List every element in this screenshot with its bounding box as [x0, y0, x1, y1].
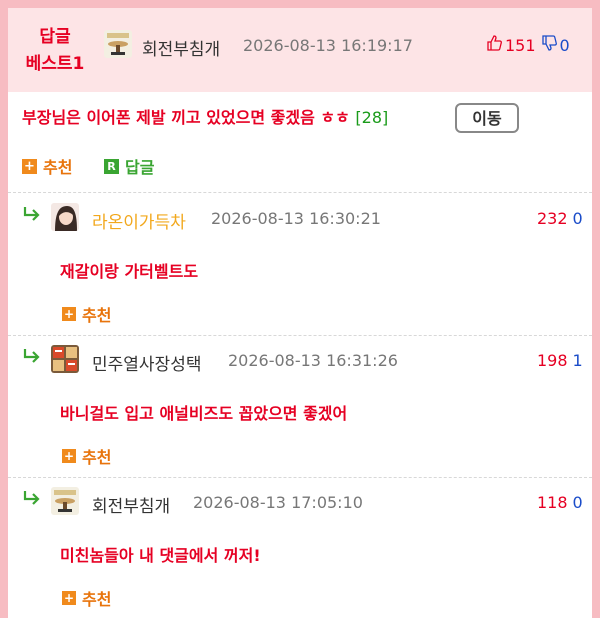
comment-text: 바니걸도 입고 애널비즈도 꼽았으면 좋겠어: [60, 404, 348, 423]
post-author-name[interactable]: 회전부침개: [142, 35, 220, 60]
thumbs-up-icon[interactable]: [486, 35, 502, 55]
post-comment-count: [28]: [355, 108, 389, 127]
reply-arrow-icon: [22, 489, 42, 512]
divider: [8, 192, 592, 193]
comment-author-name[interactable]: 민주열사장성택: [92, 350, 201, 375]
comment-avatar[interactable]: [51, 203, 79, 231]
comment-recommend-button[interactable]: + 추천: [62, 302, 111, 326]
recommend-label: 추천: [82, 448, 112, 467]
recommend-label: 추천: [43, 158, 73, 177]
comment-date: 2026-08-13 16:30:21: [211, 209, 381, 228]
plus-icon: +: [62, 591, 76, 605]
plus-icon: +: [22, 158, 37, 174]
comment-author-name[interactable]: 회전부침개: [92, 492, 170, 517]
recommend-label: 추천: [82, 306, 112, 325]
post-title-text: 부장님은 이어폰 제발 끼고 있었으면 좋겠음 ㅎㅎ: [22, 108, 350, 127]
badge-line1: 답글: [39, 27, 71, 47]
comment-recommend-button[interactable]: + 추천: [62, 444, 111, 468]
best-reply-badge: 답글 베스트1: [20, 24, 90, 78]
post-down-count: 0: [559, 35, 570, 55]
recommend-button[interactable]: + 추천: [22, 154, 72, 178]
comment-votes: 198 1: [537, 351, 583, 370]
badge-line2: 베스트1: [25, 54, 85, 74]
comment-down-count[interactable]: 1: [573, 351, 583, 370]
comment-votes: 232 0: [537, 209, 583, 228]
divider: [8, 335, 592, 336]
post-author-avatar[interactable]: [104, 30, 132, 58]
comment-date: 2026-08-13 16:31:26: [228, 351, 398, 370]
post-votes: 151 0: [486, 35, 570, 55]
move-button[interactable]: 이동: [455, 103, 519, 133]
comment-up-count[interactable]: 118: [537, 493, 568, 512]
reply-arrow-icon: [22, 347, 42, 370]
reply-icon: R: [104, 158, 119, 174]
thumbs-down-icon[interactable]: [541, 35, 557, 55]
comment-avatar[interactable]: [51, 345, 79, 373]
plus-icon: +: [62, 307, 76, 321]
reply-label: 답글: [125, 158, 155, 177]
comment-date: 2026-08-13 17:05:10: [193, 493, 363, 512]
reply-arrow-icon: [22, 205, 42, 228]
comment-down-count[interactable]: 0: [573, 493, 583, 512]
comment-recommend-button[interactable]: + 추천: [62, 586, 111, 610]
post-date: 2026-08-13 16:19:17: [243, 36, 413, 55]
reply-button[interactable]: R 답글: [104, 154, 154, 178]
comment-text: 미친놈들아 내 댓글에서 꺼저!: [60, 546, 261, 565]
comment-avatar[interactable]: [51, 487, 79, 515]
comment-down-count[interactable]: 0: [573, 209, 583, 228]
recommend-label: 추천: [82, 590, 112, 609]
comment-author-name[interactable]: 라온이가득차: [92, 208, 186, 233]
comment-up-count[interactable]: 198: [537, 351, 568, 370]
divider: [8, 477, 592, 478]
comment-votes: 118 0: [537, 493, 583, 512]
post-up-count: 151: [505, 35, 536, 55]
comment-up-count[interactable]: 232: [537, 209, 568, 228]
post-title: 부장님은 이어폰 제발 끼고 있었으면 좋겠음 ㅎㅎ [28]: [22, 104, 388, 128]
comment-text: 재갈이랑 가터벨트도: [60, 262, 199, 281]
plus-icon: +: [62, 449, 76, 463]
